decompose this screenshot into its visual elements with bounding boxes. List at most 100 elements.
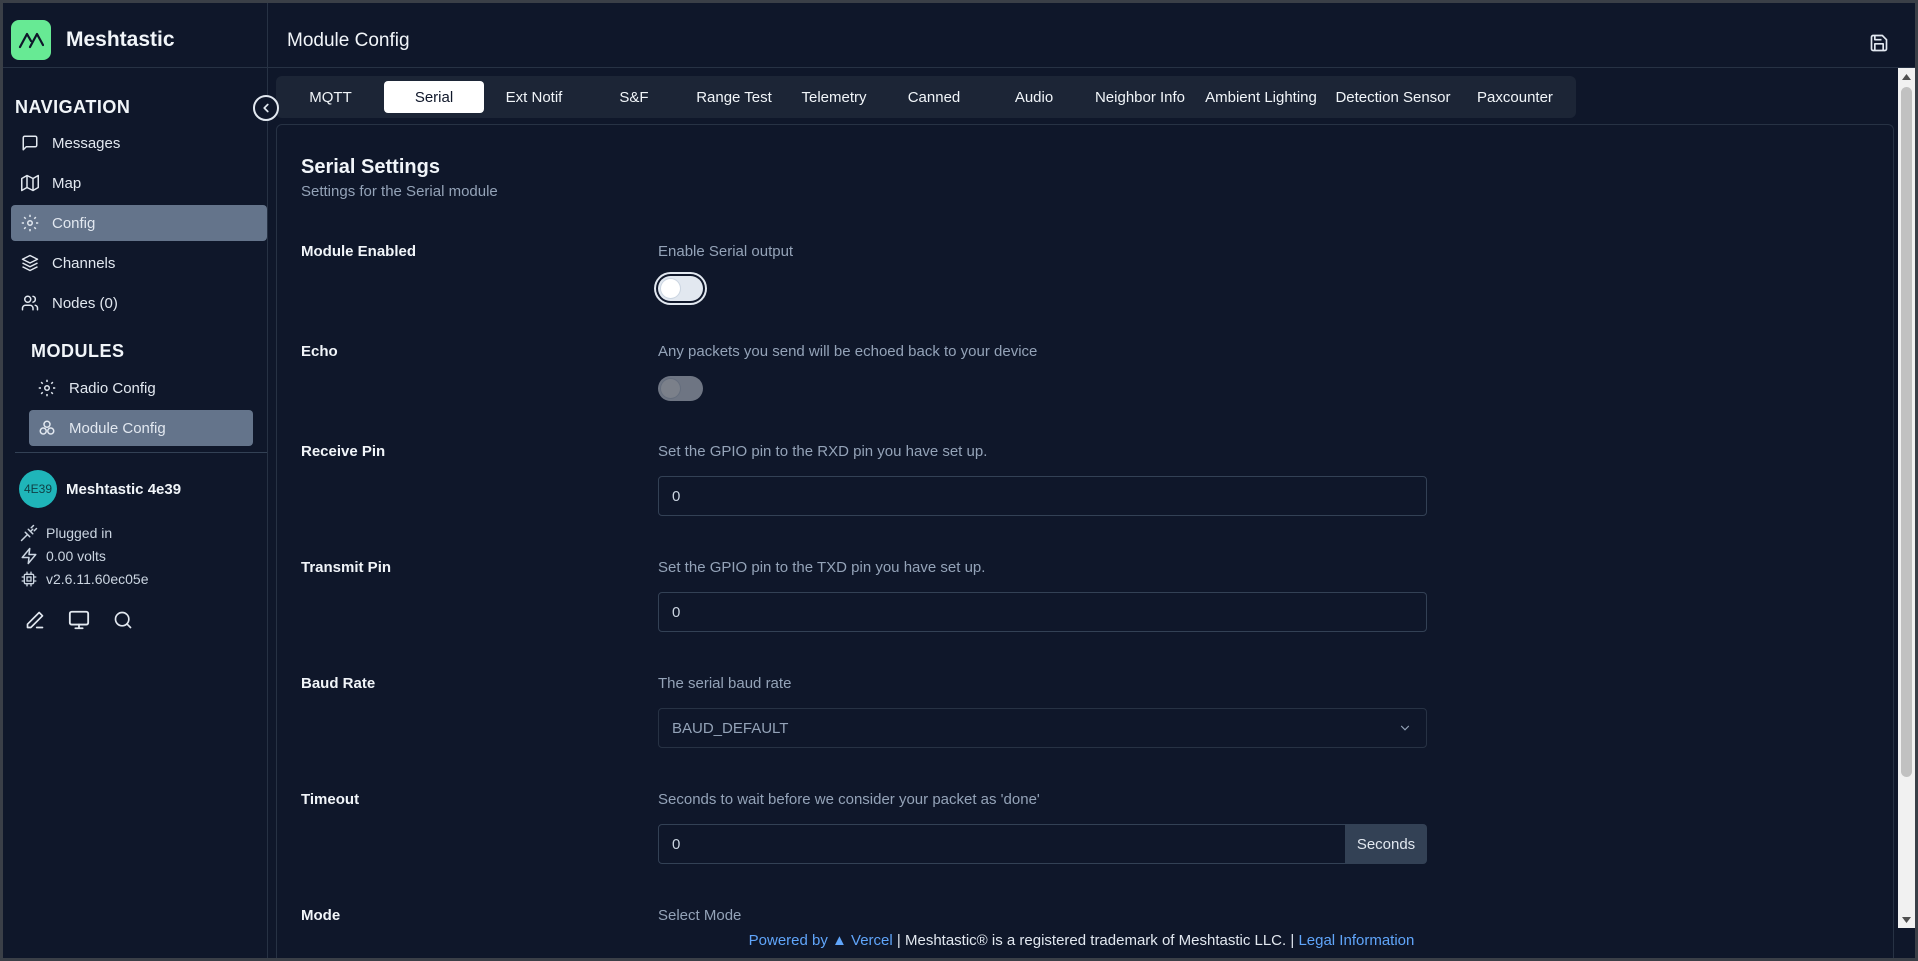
echo-toggle[interactable] (658, 376, 703, 401)
mode-description: Select Mode (658, 907, 742, 924)
sidebar-item-label: Messages (52, 134, 121, 152)
scrollbar[interactable] (1898, 68, 1915, 928)
boxes-icon (37, 418, 57, 438)
zap-icon (19, 546, 39, 566)
timeout-label: Timeout (301, 791, 360, 808)
tab-ext-notif[interactable]: Ext Notif (484, 81, 584, 113)
tab-detection-sensor[interactable]: Detection Sensor (1326, 81, 1460, 113)
module-tabs: MQTT Serial Ext Notif S&F Range Test Tel… (276, 76, 1576, 118)
sidebar-item-label: Channels (52, 254, 116, 272)
divider (15, 452, 267, 453)
echo-description: Any packets you send will be echoed back… (658, 343, 1038, 360)
tab-neighbor-info[interactable]: Neighbor Info (1084, 81, 1196, 113)
gear-icon (20, 213, 40, 233)
footer-separator: | (896, 932, 905, 949)
sidebar-item-radio-config[interactable]: Radio Config (29, 370, 253, 406)
sidebar-item-messages[interactable]: Messages (11, 125, 267, 161)
module-enabled-description: Enable Serial output (658, 243, 794, 260)
sidebar: Meshtastic NAVIGATION Messages Map Confi… (3, 3, 268, 958)
transmit-pin-label: Transmit Pin (301, 559, 392, 576)
tab-store-forward[interactable]: S&F (584, 81, 684, 113)
sidebar-item-config[interactable]: Config (11, 205, 267, 241)
tab-ambient-lighting[interactable]: Ambient Lighting (1198, 81, 1324, 113)
layers-icon (20, 253, 40, 273)
tab-mqtt[interactable]: MQTT (284, 81, 377, 113)
baud-rate-value: BAUD_DEFAULT (672, 719, 789, 737)
gear-icon (37, 378, 57, 398)
modules-section-title: MODULES (31, 341, 125, 361)
module-enabled-label: Module Enabled (301, 243, 417, 260)
vercel-link[interactable]: Powered by ▲ Vercel (749, 932, 893, 949)
baud-rate-select[interactable]: BAUD_DEFAULT (658, 708, 1427, 748)
scroll-up-arrow-icon[interactable] (1898, 68, 1915, 85)
pen-icon[interactable] (23, 608, 47, 632)
timeout-input[interactable] (658, 824, 1348, 864)
brand[interactable]: Meshtastic (11, 20, 175, 60)
sidebar-item-label: Map (52, 174, 82, 192)
sidebar-item-channels[interactable]: Channels (11, 245, 267, 281)
sidebar-item-nodes[interactable]: Nodes (0) (11, 285, 267, 321)
toggle-knob (661, 379, 680, 398)
receive-pin-input[interactable] (658, 476, 1427, 516)
sidebar-tools (23, 608, 135, 632)
device-name: Meshtastic 4e39 (66, 480, 182, 498)
mode-label: Mode (301, 907, 341, 924)
section-subtitle: Settings for the Serial module (301, 183, 498, 200)
sidebar-item-module-config[interactable]: Module Config (29, 410, 253, 446)
tab-audio[interactable]: Audio (984, 81, 1084, 113)
device-info[interactable]: 4E39 Meshtastic 4e39 (19, 470, 181, 508)
footer: Powered by ▲ Vercel | Meshtastic® is a r… (268, 932, 1895, 949)
receive-pin-label: Receive Pin (301, 443, 386, 460)
page-title: Module Config (287, 30, 410, 51)
sidebar-item-label: Module Config (69, 419, 166, 437)
power-text: Plugged in (46, 525, 113, 541)
tab-canned[interactable]: Canned (884, 81, 984, 113)
serial-settings-panel: Serial Settings Settings for the Serial … (276, 124, 1894, 959)
message-square-icon (20, 133, 40, 153)
monitor-icon[interactable] (67, 608, 91, 632)
sidebar-item-label: Config (52, 214, 96, 232)
chevron-left-icon (259, 101, 273, 115)
users-icon (20, 293, 40, 313)
plug-icon (19, 523, 39, 543)
transmit-pin-description: Set the GPIO pin to the TXD pin you have… (658, 559, 986, 576)
timeout-unit: Seconds (1345, 824, 1427, 864)
firmware-text: v2.6.11.60ec05e (46, 571, 149, 587)
cpu-icon (19, 569, 39, 589)
sidebar-item-label: Radio Config (69, 379, 156, 397)
map-icon (20, 173, 40, 193)
baud-rate-description: The serial baud rate (658, 675, 792, 692)
nav-section-title: NAVIGATION (15, 97, 131, 117)
voltage-text: 0.00 volts (46, 548, 106, 564)
voltage-status: 0.00 volts (19, 546, 106, 566)
divider (3, 67, 267, 68)
receive-pin-description: Set the GPIO pin to the RXD pin you have… (658, 443, 988, 460)
search-icon[interactable] (111, 608, 135, 632)
meshtastic-logo-icon (11, 20, 51, 60)
baud-rate-label: Baud Rate (301, 675, 376, 692)
echo-label: Echo (301, 343, 338, 360)
scrollbar-thumb[interactable] (1901, 87, 1912, 777)
app-window: Meshtastic NAVIGATION Messages Map Confi… (3, 3, 1915, 959)
sidebar-item-map[interactable]: Map (11, 165, 267, 201)
legal-information-link[interactable]: Legal Information (1298, 932, 1414, 949)
chevron-down-icon (1398, 721, 1412, 739)
trademark-text: Meshtastic® is a registered trademark of… (904, 932, 1287, 949)
app-name: Meshtastic (66, 28, 175, 51)
toggle-knob (661, 279, 680, 298)
tab-range-test[interactable]: Range Test (684, 81, 784, 113)
tab-telemetry[interactable]: Telemetry (784, 81, 884, 113)
collapse-sidebar-button[interactable] (253, 95, 279, 121)
page-header: Module Config (268, 3, 1915, 68)
firmware-status: v2.6.11.60ec05e (19, 569, 149, 589)
power-status: Plugged in (19, 523, 112, 543)
tab-paxcounter[interactable]: Paxcounter (1462, 81, 1568, 113)
scroll-down-arrow-icon[interactable] (1898, 911, 1915, 928)
sidebar-item-label: Nodes (0) (52, 294, 118, 312)
section-title: Serial Settings (301, 156, 440, 178)
module-enabled-toggle[interactable] (658, 276, 703, 301)
tab-serial[interactable]: Serial (384, 81, 484, 113)
timeout-description: Seconds to wait before we consider your … (658, 791, 1040, 808)
transmit-pin-input[interactable] (658, 592, 1427, 632)
save-icon[interactable] (1867, 31, 1891, 55)
